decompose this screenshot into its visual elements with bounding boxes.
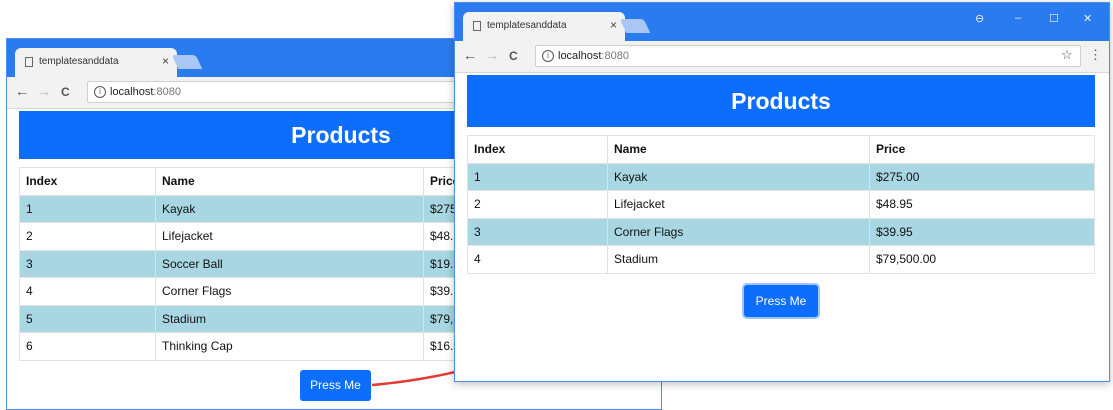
cell-name: Lifejacket <box>607 190 870 219</box>
table-row: 1 Kayak $275.00 <box>467 162 1095 191</box>
cell-price: $39.95 <box>869 217 1095 246</box>
browser-toolbar: ← → C i localhost:8080 ☆ ⋮ <box>455 41 1109 73</box>
info-icon[interactable]: i <box>542 50 554 62</box>
address-bar[interactable]: i localhost:8080 <box>535 45 1081 67</box>
cell-name: Kayak <box>607 162 870 191</box>
reload-icon[interactable]: C <box>509 49 518 63</box>
new-tab-button[interactable] <box>619 19 651 33</box>
cell-price: $79,500.00 <box>869 245 1095 274</box>
bookmark-star-icon[interactable]: ☆ <box>1061 47 1073 63</box>
page-heading: Products <box>467 75 1095 127</box>
cell-price: $48.95 <box>869 190 1095 219</box>
minimize-icon[interactable]: – <box>1015 12 1021 24</box>
url-text: localhost:8080 <box>558 50 629 62</box>
page-content: Products Index Name Price 1 Kayak $275.00 2 Lif… <box>467 75 1095 274</box>
table-row: 2 Lifejacket $48.95 <box>467 190 1095 219</box>
table-header-row: Index Name Price <box>467 135 1095 164</box>
cell-index: 4 <box>467 245 608 274</box>
browser-tab[interactable]: templatesanddata × <box>463 12 625 41</box>
menu-icon[interactable]: ⋮ <box>1089 47 1102 63</box>
title-bar: templatesanddata × ⊖ – ☐ ✕ <box>455 3 1109 41</box>
column-header: Index <box>467 135 608 164</box>
back-arrow-icon[interactable]: ← <box>463 47 477 63</box>
press-me-button[interactable]: Press Me <box>744 285 818 317</box>
cell-index: 3 <box>467 217 608 246</box>
tab-title: templatesanddata <box>487 20 567 31</box>
cell-name: Corner Flags <box>607 217 870 246</box>
account-icon[interactable]: ⊖ <box>975 12 984 25</box>
column-header: Price <box>869 135 1095 164</box>
column-header: Name <box>607 135 870 164</box>
forward-arrow-icon[interactable]: → <box>485 47 499 63</box>
products-table: Index Name Price 1 Kayak $275.00 2 Lifejacket $4… <box>467 135 1095 274</box>
close-window-icon[interactable]: ✕ <box>1083 12 1092 25</box>
maximize-icon[interactable]: ☐ <box>1049 12 1059 25</box>
cell-index: 1 <box>467 162 608 191</box>
table-row: 4 Stadium $79,500.00 <box>467 245 1095 274</box>
browser-window-front: templatesanddata × ⊖ – ☐ ✕ ← → C i local… <box>454 2 1110 382</box>
cell-name: Stadium <box>607 245 870 274</box>
cell-price: $275.00 <box>869 162 1095 191</box>
table-row: 3 Corner Flags $39.95 <box>467 217 1095 246</box>
tab-close-icon[interactable]: × <box>610 18 617 32</box>
cell-index: 2 <box>467 190 608 219</box>
page-icon <box>473 21 481 31</box>
